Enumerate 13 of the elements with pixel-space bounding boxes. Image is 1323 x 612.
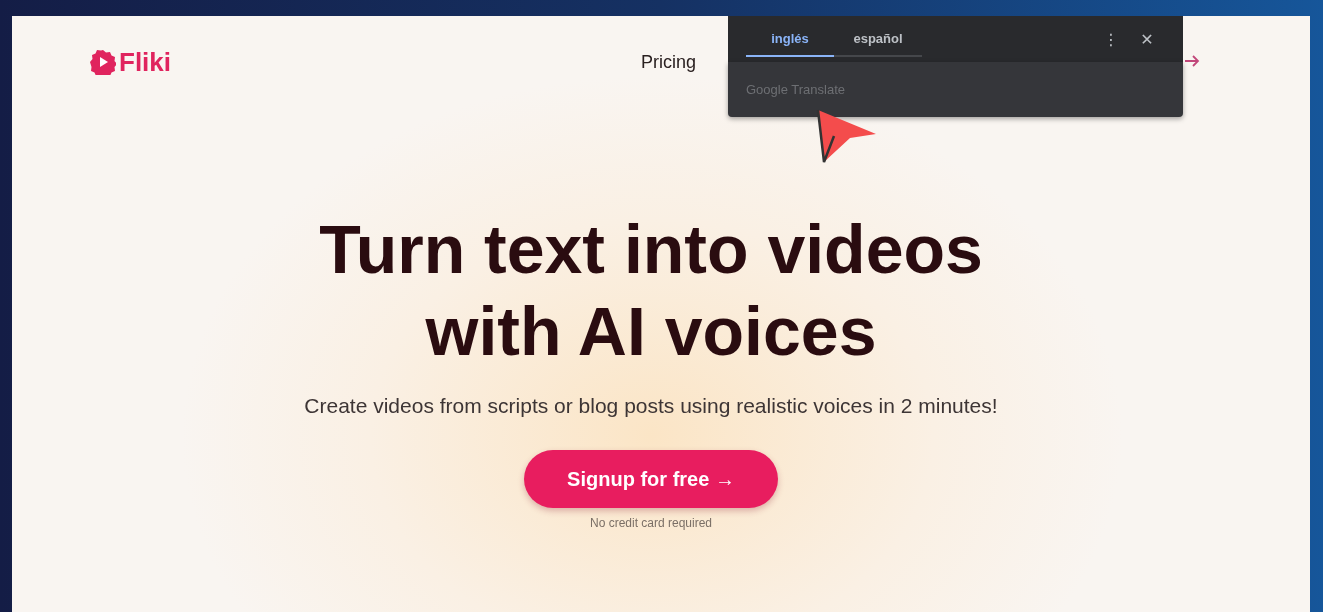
arrow-right-icon[interactable] xyxy=(1184,54,1200,68)
hero-subtitle: Create videos from scripts or blog posts using realistic voices in 2 minutes! xyxy=(304,394,998,418)
language-tab[interactable]: inglés xyxy=(746,21,834,57)
play-badge-icon xyxy=(90,49,116,75)
hero-headline: Turn text into videos with AI voices xyxy=(319,210,983,371)
translate-input-field[interactable]: Google Translate xyxy=(728,62,1183,117)
language-tab[interactable]: español xyxy=(834,21,922,57)
more-options-button[interactable]: ⋮ xyxy=(1093,28,1129,50)
cta-note: No credit card required xyxy=(589,516,713,530)
close-button[interactable]: ✕ xyxy=(1129,28,1165,50)
brand-name[interactable]: Fliki xyxy=(119,46,171,78)
signup-button[interactable]: Signup for free → xyxy=(524,450,778,508)
nav-link[interactable]: Pricing xyxy=(641,51,697,73)
